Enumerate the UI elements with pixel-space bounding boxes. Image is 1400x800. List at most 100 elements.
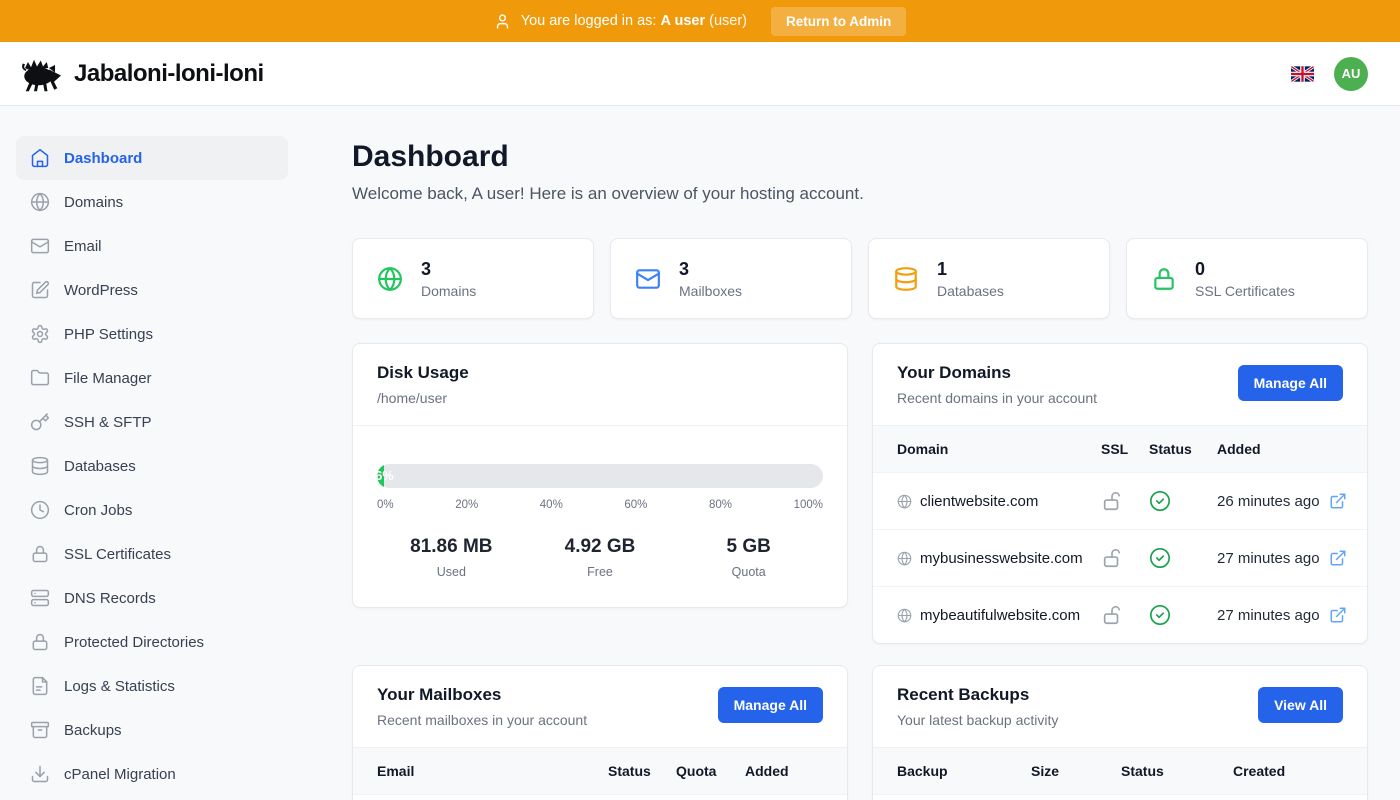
globe-icon — [30, 192, 50, 212]
user-avatar[interactable]: AU — [1334, 57, 1368, 91]
sidebar-item-domains[interactable]: Domains — [16, 180, 288, 224]
your-mailboxes-panel: Your Mailboxes Recent mailboxes in your … — [352, 665, 848, 800]
status-active-icon — [1149, 604, 1217, 626]
col-ssl: SSL — [1101, 441, 1149, 457]
domain-added: 27 minutes ago — [1217, 607, 1329, 624]
disk-used: 81.86 MB Used — [377, 536, 526, 579]
sidebar-item-protected-directories[interactable]: Protected Directories — [16, 620, 288, 664]
sidebar-item-label: WordPress — [64, 282, 138, 299]
stat-card-mailboxes[interactable]: 3 Mailboxes — [610, 238, 852, 319]
disk-free-label: Free — [526, 565, 675, 579]
stat-label: Mailboxes — [679, 283, 742, 299]
domains-table-header: Domain SSL Status Added — [873, 426, 1367, 472]
page-title: Dashboard — [352, 140, 1368, 174]
mailbox-row — [353, 794, 847, 800]
domain-name: mybusinesswebsite.com — [920, 550, 1083, 567]
sidebar-item-file-manager[interactable]: File Manager — [16, 356, 288, 400]
recent-backups-subtitle: Your latest backup activity — [897, 712, 1058, 728]
domain-added: 26 minutes ago — [1217, 493, 1329, 510]
boar-logo-icon — [16, 55, 64, 93]
col-quota: Quota — [676, 763, 745, 779]
disk-free-value: 4.92 GB — [526, 536, 675, 558]
return-to-admin-button[interactable]: Return to Admin — [771, 7, 906, 36]
globe-icon — [897, 494, 912, 509]
folder-icon — [30, 368, 50, 388]
banner-role: (user) — [709, 13, 747, 29]
manage-all-mailboxes-button[interactable]: Manage All — [718, 687, 823, 723]
stat-label: SSL Certificates — [1195, 283, 1295, 299]
sidebar-item-ssh-sftp[interactable]: SSH & SFTP — [16, 400, 288, 444]
mail-icon — [30, 236, 50, 256]
stat-value: 3 — [679, 259, 742, 280]
mail-icon — [635, 266, 661, 292]
sidebar-item-databases[interactable]: Databases — [16, 444, 288, 488]
external-link-icon[interactable] — [1329, 606, 1351, 624]
file-text-icon — [30, 676, 50, 696]
disk-used-value: 81.86 MB — [377, 536, 526, 558]
sidebar-item-dashboard[interactable]: Dashboard — [16, 136, 288, 180]
gear-icon — [30, 324, 50, 344]
disk-usage-title: Disk Usage — [377, 363, 469, 383]
col-created: Created — [1233, 763, 1351, 779]
recent-backups-panel: Recent Backups Your latest backup activi… — [872, 665, 1368, 800]
backups-table-header: Backup Size Status Created — [873, 748, 1367, 794]
app-header: Jabaloni-loni-loni AU — [0, 42, 1400, 106]
ssl-unlocked-icon — [1101, 604, 1149, 626]
disk-usage-path: /home/user — [377, 390, 469, 406]
globe-icon — [377, 266, 403, 292]
domain-row[interactable]: mybusinesswebsite.com 27 minutes ago — [873, 529, 1367, 586]
your-mailboxes-title: Your Mailboxes — [377, 685, 587, 705]
download-icon — [30, 764, 50, 784]
col-email: Email — [377, 763, 608, 779]
database-icon — [893, 266, 919, 292]
lock-icon — [30, 544, 50, 564]
recent-backups-title: Recent Backups — [897, 685, 1058, 705]
stat-card-domains[interactable]: 3 Domains — [352, 238, 594, 319]
stat-card-databases[interactable]: 1 Databases — [868, 238, 1110, 319]
stat-card-ssl-certificates[interactable]: 0 SSL Certificates — [1126, 238, 1368, 319]
domain-added: 27 minutes ago — [1217, 550, 1329, 567]
sidebar-item-logs-statistics[interactable]: Logs & Statistics — [16, 664, 288, 708]
disk-usage-percent: 1.6% — [377, 464, 394, 488]
domain-row[interactable]: clientwebsite.com 26 minutes ago — [873, 472, 1367, 529]
sidebar-item-label: Backups — [64, 722, 122, 739]
key-icon — [30, 412, 50, 432]
clock-icon — [30, 500, 50, 520]
sidebar-item-php-settings[interactable]: PHP Settings — [16, 312, 288, 356]
sidebar-item-label: Dashboard — [64, 150, 142, 167]
sidebar-item-label: Domains — [64, 194, 123, 211]
brand[interactable]: Jabaloni-loni-loni — [16, 55, 264, 93]
brand-name: Jabaloni-loni-loni — [74, 60, 264, 88]
domain-name: mybeautifulwebsite.com — [920, 607, 1080, 624]
scale-tick: 40% — [540, 499, 563, 511]
sidebar-item-label: PHP Settings — [64, 326, 153, 343]
sidebar-item-label: DNS Records — [64, 590, 156, 607]
uk-flag-icon[interactable] — [1291, 66, 1314, 82]
stat-value: 1 — [937, 259, 1004, 280]
domain-row[interactable]: mybeautifulwebsite.com 27 minutes ago — [873, 586, 1367, 643]
sidebar-item-label: Email — [64, 238, 102, 255]
scale-tick: 100% — [794, 499, 823, 511]
stat-label: Domains — [421, 283, 476, 299]
database-icon — [30, 456, 50, 476]
mailboxes-table-header: Email Status Quota Added — [353, 748, 847, 794]
external-link-icon[interactable] — [1329, 549, 1351, 567]
external-link-icon[interactable] — [1329, 492, 1351, 510]
sidebar-item-dns-records[interactable]: DNS Records — [16, 576, 288, 620]
sidebar-item-label: Logs & Statistics — [64, 678, 175, 695]
manage-all-domains-button[interactable]: Manage All — [1238, 365, 1343, 401]
sidebar-item-backups[interactable]: Backups — [16, 708, 288, 752]
sidebar-item-email[interactable]: Email — [16, 224, 288, 268]
globe-icon — [897, 551, 912, 566]
view-all-backups-button[interactable]: View All — [1258, 687, 1343, 723]
col-status: Status — [1149, 441, 1217, 457]
col-status: Status — [1121, 763, 1233, 779]
sidebar-item-wordpress[interactable]: WordPress — [16, 268, 288, 312]
impersonation-banner: You are logged in as: A user (user) Retu… — [0, 0, 1400, 42]
sidebar-item-cron-jobs[interactable]: Cron Jobs — [16, 488, 288, 532]
sidebar-item-label: Databases — [64, 458, 136, 475]
sidebar-item-cpanel-migration[interactable]: cPanel Migration — [16, 752, 288, 796]
sidebar-item-ssl-certificates[interactable]: SSL Certificates — [16, 532, 288, 576]
scale-tick: 80% — [709, 499, 732, 511]
page-subtitle: Welcome back, A user! Here is an overvie… — [352, 184, 1368, 204]
